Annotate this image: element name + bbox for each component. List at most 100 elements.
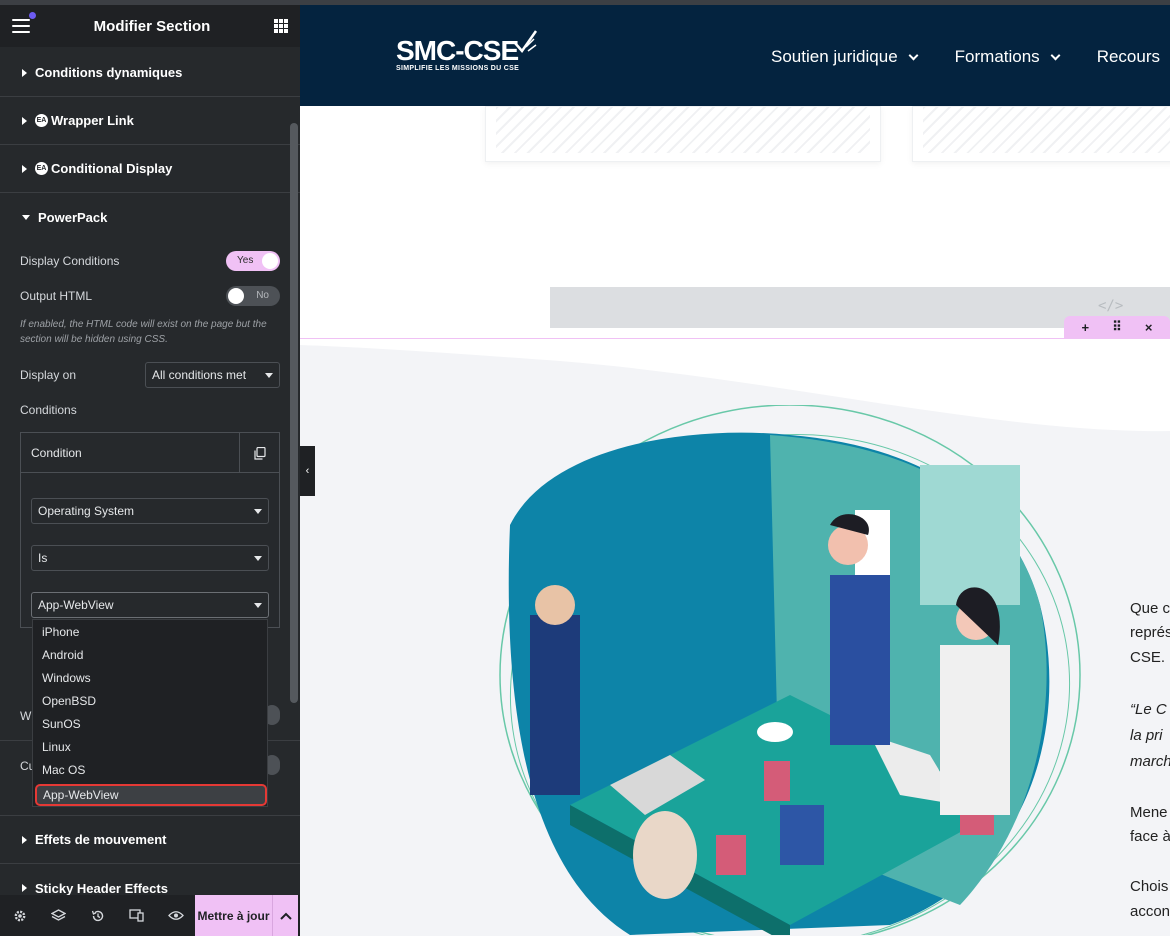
body-text-line: Mene: [1130, 804, 1168, 821]
dropdown-option[interactable]: Linux: [33, 735, 267, 758]
section-handle: + ⠿ ×: [1064, 316, 1170, 338]
quote-text-line: march: [1130, 753, 1170, 770]
display-on-control: Display on All conditions met: [0, 360, 300, 390]
site-header: SMC-CSE SIMPLIFIE LES MISSIONS DU CSE So…: [300, 5, 1170, 106]
display-conditions-toggle[interactable]: Yes: [226, 250, 280, 271]
widgets-grid-icon[interactable]: [274, 19, 288, 33]
conditions-heading: Conditions: [0, 390, 300, 430]
dropdown-option[interactable]: Windows: [33, 666, 267, 689]
display-on-select[interactable]: All conditions met: [145, 362, 280, 388]
team-meeting-illustration: [499, 405, 1081, 935]
nav-label: Formations: [954, 47, 1040, 66]
duplicate-button[interactable]: [239, 433, 279, 473]
output-html-control: Output HTML No: [0, 278, 300, 313]
chevron-down-icon: [254, 509, 262, 514]
ea-logo-icon: EA: [35, 162, 48, 175]
collapse-panel-button[interactable]: ‹: [300, 446, 315, 496]
delete-section-icon[interactable]: ×: [1145, 320, 1153, 335]
caret-right-icon: [22, 884, 27, 892]
section-label: Wrapper Link: [51, 113, 134, 128]
panel-scrollbar[interactable]: [290, 123, 298, 703]
condition-type-select[interactable]: Operating System: [31, 498, 269, 524]
caret-right-icon: [22, 116, 27, 125]
body-text-line: Chois: [1130, 878, 1169, 895]
selected-section[interactable]: Que c représ CSE. “Le C la pri march Men…: [300, 339, 1170, 936]
condition-operator-select[interactable]: Is: [31, 545, 269, 571]
image-placeholder: [496, 107, 870, 153]
body-text-line: CSE.: [1130, 649, 1166, 666]
section-label: Conditions dynamiques: [35, 65, 183, 80]
section-label: PowerPack: [38, 209, 108, 225]
toggle-state: No: [256, 289, 269, 301]
display-on-label: Display on: [20, 368, 77, 382]
ea-logo-icon: EA: [35, 114, 48, 127]
section-wrapper-link[interactable]: EA Wrapper Link: [0, 97, 300, 145]
chevron-up-icon[interactable]: [272, 895, 298, 936]
logo-wordmark: SMC-CSE: [396, 35, 519, 66]
os-dropdown-list: iPhone Android Windows OpenBSD SunOS Lin…: [32, 619, 268, 807]
nav-item-recours[interactable]: Recours: [1097, 47, 1160, 67]
caret-right-icon: [22, 164, 27, 173]
section-label: Effets de mouvement: [35, 832, 167, 847]
update-button[interactable]: Mettre à jour: [195, 895, 272, 936]
condition-item-header[interactable]: Condition: [21, 433, 279, 473]
history-icon[interactable]: [78, 895, 117, 936]
toggle-knob: [228, 287, 244, 304]
dropdown-option[interactable]: Android: [33, 643, 267, 666]
section-conditional-display[interactable]: EA Conditional Display: [0, 145, 300, 193]
caret-right-icon: [22, 68, 27, 77]
dropdown-option[interactable]: OpenBSD: [33, 689, 267, 712]
dropdown-option-selected[interactable]: App-WebView: [35, 784, 267, 806]
code-icon: </>: [1098, 298, 1124, 314]
body-text-line: Que c: [1130, 600, 1170, 617]
drag-handle-icon[interactable]: ⠿: [1112, 319, 1122, 335]
output-html-label: Output HTML: [20, 288, 93, 303]
section-outline: [300, 338, 1170, 339]
nav-item-soutien[interactable]: Soutien juridique: [771, 47, 919, 67]
site-logo[interactable]: SMC-CSE SIMPLIFIE LES MISSIONS DU CSE: [396, 30, 538, 72]
editor-panel: Modifier Section Conditions dynamiques E…: [0, 5, 300, 936]
preview-eye-icon[interactable]: [156, 895, 195, 936]
select-value: Is: [38, 551, 48, 565]
body-text-line: accon: [1130, 903, 1170, 920]
select-value: All conditions met: [152, 368, 247, 382]
condition-repeater: Condition Operating System Is App-WebVie…: [20, 432, 280, 628]
condition-title: Condition: [31, 445, 82, 460]
responsive-mode-icon[interactable]: [117, 895, 156, 936]
select-value: App-WebView: [38, 598, 114, 612]
panel-footer: Mettre à jour: [0, 895, 300, 936]
section-effets-mouvement[interactable]: Effets de mouvement: [0, 816, 300, 864]
section-powerpack[interactable]: PowerPack: [0, 193, 300, 241]
body-text-line: face à: [1130, 828, 1170, 845]
panel-header: Modifier Section: [0, 5, 300, 47]
select-value: Operating System: [38, 504, 135, 518]
chevron-down-icon: [1050, 50, 1061, 60]
chevron-down-icon: [254, 556, 262, 561]
image-placeholder: [923, 107, 1170, 153]
chevron-down-icon: [908, 50, 919, 60]
nav-label: Recours: [1096, 47, 1160, 66]
settings-gear-icon[interactable]: [0, 895, 39, 936]
caret-right-icon: [22, 835, 27, 844]
dropdown-option[interactable]: iPhone: [33, 620, 267, 643]
output-html-toggle[interactable]: No: [226, 285, 280, 306]
nav-item-formations[interactable]: Formations: [954, 47, 1061, 67]
notification-dot: [29, 12, 36, 19]
logo-mark-icon: [514, 30, 538, 54]
layers-icon[interactable]: [39, 895, 78, 936]
page-preview: SMC-CSE SIMPLIFIE LES MISSIONS DU CSE So…: [300, 5, 1170, 936]
dropdown-option[interactable]: SunOS: [33, 712, 267, 735]
output-html-help: If enabled, the HTML code will exist on …: [20, 319, 267, 345]
menu-icon[interactable]: [12, 12, 36, 33]
body-text-line: représ: [1130, 624, 1170, 641]
add-section-icon[interactable]: +: [1082, 320, 1090, 335]
chevron-down-icon: [265, 373, 273, 378]
section-conditions-dynamiques[interactable]: Conditions dynamiques: [0, 49, 300, 97]
dropdown-option[interactable]: Mac OS: [33, 758, 267, 781]
chevron-left-icon: ‹: [305, 465, 310, 477]
content-card: [485, 106, 881, 162]
section-label: Conditional Display: [51, 161, 173, 176]
quote-text-line: la pri: [1130, 727, 1163, 744]
condition-value-select[interactable]: App-WebView: [31, 592, 269, 618]
caret-down-icon: [22, 214, 30, 220]
